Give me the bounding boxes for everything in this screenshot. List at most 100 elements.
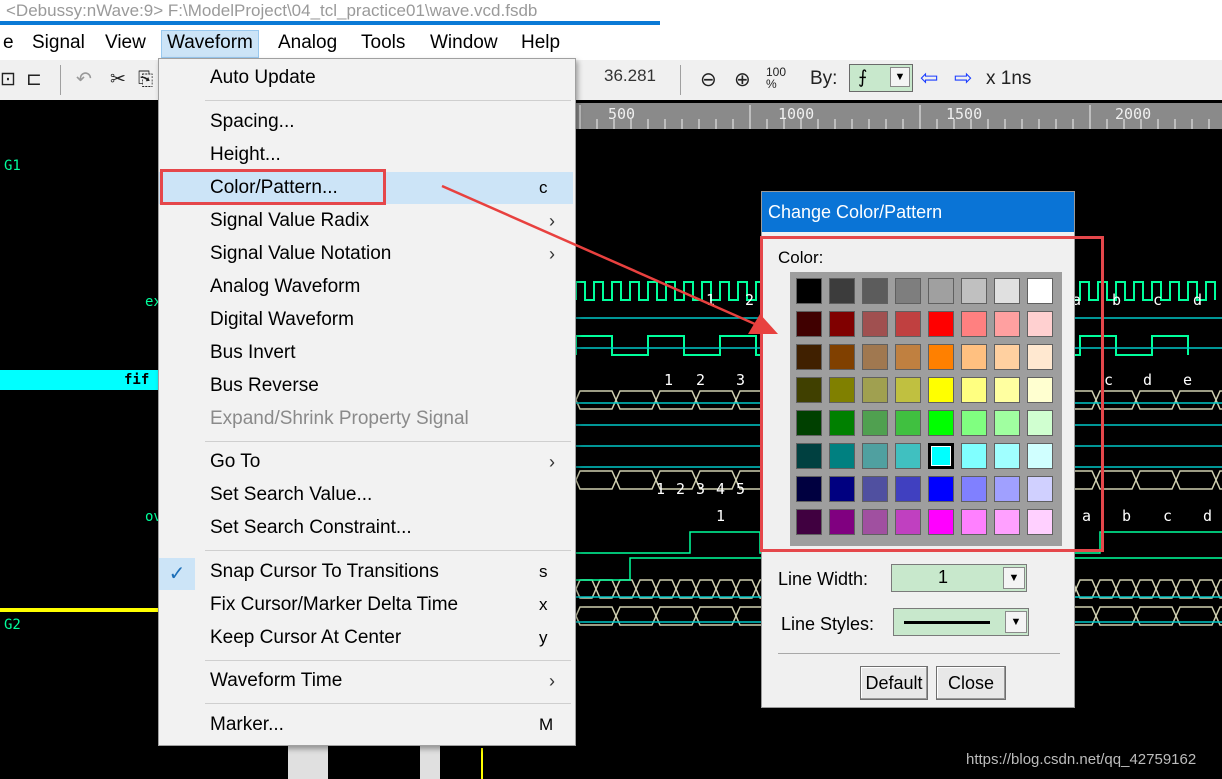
menu-item-spacing[interactable]: Spacing...	[159, 106, 573, 138]
chevron-down-icon: ▼	[1003, 567, 1025, 589]
menu-help[interactable]: Help	[516, 30, 565, 56]
edge-select[interactable]: ⨍ ▼	[849, 64, 913, 92]
menu-separator	[205, 550, 571, 551]
window-title: <Debussy:nWave:9> F:\ModelProject\04_tcl…	[6, 1, 538, 20]
signal-name-selected[interactable]: fif	[124, 372, 149, 388]
menu-item-fix-cursor-delta[interactable]: Fix Cursor/Marker Delta Time x	[159, 589, 573, 621]
signal-icon[interactable]: ⊏	[26, 70, 42, 90]
menu-item-shortcut: s	[539, 562, 548, 581]
dialog-title[interactable]: Change Color/Pattern	[762, 192, 1074, 232]
bus-value: 4	[716, 480, 726, 498]
bus-value: b	[1122, 507, 1132, 525]
menu-window[interactable]: Window	[425, 30, 503, 56]
zoom-100-icon[interactable]: 100%	[766, 66, 786, 90]
time-value[interactable]: 36.281	[572, 64, 660, 88]
copy-icon[interactable]: ⎘	[138, 70, 153, 90]
bus-value: d	[1203, 507, 1213, 525]
menu-separator	[205, 441, 571, 442]
bus-value: 2	[676, 480, 686, 498]
menu-analog[interactable]: Analog	[273, 30, 342, 56]
menu-item-label: Spacing...	[210, 111, 295, 132]
menu-item-waveform-time[interactable]: Waveform Time ›	[159, 665, 573, 697]
bus-value: d	[1193, 291, 1203, 309]
menu-signal[interactable]: Signal	[27, 30, 90, 56]
solid-line-icon	[904, 621, 990, 624]
line-width-select[interactable]: 1 ▼	[891, 564, 1027, 592]
toolbar-separator	[680, 65, 681, 95]
menu-item-label: Go To	[210, 451, 261, 472]
zoom-in-icon[interactable]: ⊕	[734, 70, 751, 90]
bus-value: e	[1183, 371, 1193, 389]
menu-item-auto-update[interactable]: Auto Update	[159, 62, 573, 94]
ruler-label: 1000	[778, 105, 815, 123]
menu-item-label: Bus Invert	[210, 342, 296, 363]
menu-item-keep-cursor-center[interactable]: Keep Cursor At Center y	[159, 622, 573, 654]
menu-item-label: Signal Value Radix	[210, 210, 370, 231]
menu-item-snap-cursor[interactable]: Snap Cursor To Transitions s	[159, 556, 573, 588]
menu-separator	[205, 100, 571, 101]
menu-item-analog-waveform[interactable]: Analog Waveform	[159, 271, 573, 303]
menu-separator	[205, 703, 571, 704]
dialog-separator	[778, 653, 1060, 654]
line-styles-select[interactable]: ▼	[893, 608, 1029, 636]
menu-item-label: Keep Cursor At Center	[210, 627, 402, 648]
title-accent-line	[0, 21, 660, 25]
chevron-down-icon: ▼	[890, 67, 910, 87]
arrow-left-icon[interactable]: ⇦	[920, 67, 938, 89]
menu-item-set-search-constraint[interactable]: Set Search Constraint...	[159, 512, 573, 544]
menu-item-label: Snap Cursor To Transitions	[210, 561, 439, 582]
menu-file-partial[interactable]: e	[0, 30, 19, 56]
undo-icon[interactable]: ↶	[76, 70, 92, 90]
bus-value: 1	[656, 480, 666, 498]
menu-item-height[interactable]: Height...	[159, 139, 573, 171]
menu-item-shortcut: y	[539, 628, 548, 647]
menu-item-digital-waveform[interactable]: Digital Waveform	[159, 304, 573, 336]
bus-value: 1	[706, 291, 716, 309]
menu-item-bus-reverse[interactable]: Bus Reverse	[159, 370, 573, 402]
toolbar-separator	[60, 65, 61, 95]
line-width-value: 1	[938, 567, 949, 587]
line-width-label: Line Width:	[778, 569, 869, 589]
menu-waveform[interactable]: Waveform	[161, 30, 259, 58]
bus-value: 1	[664, 371, 674, 389]
ruler-label: 1500	[946, 105, 983, 123]
highlight-box	[160, 169, 386, 205]
menu-item-shortcut: M	[539, 715, 554, 734]
watermark: https://blog.csdn.net/qq_42759162	[966, 751, 1197, 768]
bus-value: 2	[696, 371, 706, 389]
group-label[interactable]: G2	[4, 617, 21, 633]
default-button[interactable]: Default	[860, 666, 928, 700]
menu-item-shortcut: x	[539, 595, 548, 614]
open-icon[interactable]: ⊡	[0, 70, 16, 90]
menu-separator	[205, 660, 571, 661]
menubar: e Signal View Waveform Analog Tools Wind…	[0, 26, 660, 60]
menu-item-label: Fix Cursor/Marker Delta Time	[210, 594, 459, 615]
step-label: x 1ns	[986, 68, 1032, 89]
menu-item-shortcut: c	[539, 178, 548, 197]
submenu-arrow-icon: ›	[549, 671, 555, 691]
submenu-arrow-icon: ›	[549, 244, 555, 264]
arrow-right-icon[interactable]: ⇨	[954, 67, 972, 89]
bus-value: d	[1143, 371, 1153, 389]
menu-item-label: Waveform Time	[210, 670, 343, 691]
cut-icon[interactable]: ✂	[110, 70, 126, 90]
menu-item-expand-shrink: Expand/Shrink Property Signal	[159, 403, 573, 435]
waveform-menu: ✓ Auto Update Spacing... Height... Color…	[158, 58, 576, 746]
menu-item-go-to[interactable]: Go To ›	[159, 446, 573, 478]
menu-item-signal-value-radix[interactable]: Signal Value Radix ›	[159, 205, 573, 237]
by-label: By:	[810, 68, 838, 89]
ruler-label: 2000	[1115, 105, 1152, 123]
bus-value: 5	[736, 480, 746, 498]
menu-item-signal-value-notation[interactable]: Signal Value Notation ›	[159, 238, 573, 270]
bus-value: b	[1112, 291, 1122, 309]
menu-item-marker[interactable]: Marker... M	[159, 709, 573, 741]
menu-item-set-search-value[interactable]: Set Search Value...	[159, 479, 573, 511]
group-label[interactable]: G1	[4, 158, 21, 174]
menu-tools[interactable]: Tools	[356, 30, 410, 56]
zoom-out-icon[interactable]: ⊖	[700, 70, 717, 90]
menu-item-label: Analog Waveform	[210, 276, 361, 297]
menu-view[interactable]: View	[100, 30, 151, 56]
close-button[interactable]: Close	[936, 666, 1006, 700]
menu-item-bus-invert[interactable]: Bus Invert	[159, 337, 573, 369]
bus-value: c	[1163, 507, 1173, 525]
